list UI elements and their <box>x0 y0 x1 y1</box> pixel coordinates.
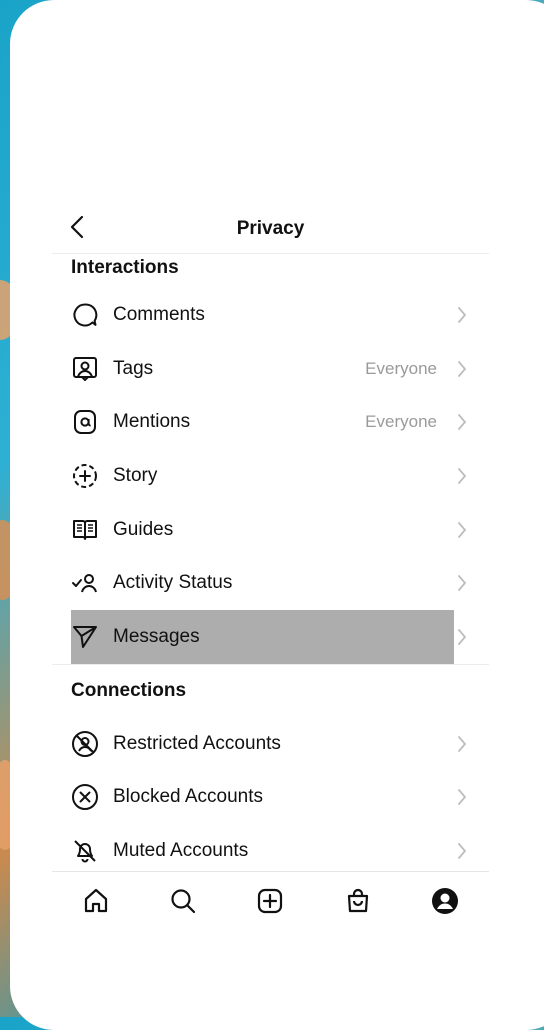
row-label: Comments <box>113 303 205 325</box>
mentions-row[interactable]: Mentions Everyone <box>52 395 489 449</box>
comments-row[interactable]: Comments <box>52 288 489 342</box>
row-label: Tags <box>113 357 154 379</box>
row-label: Story <box>113 464 158 486</box>
row-label: Messages <box>113 625 200 647</box>
tab-shop[interactable] <box>338 881 378 921</box>
tab-profile[interactable] <box>425 881 465 921</box>
muted-accounts-row[interactable]: Muted Accounts <box>52 824 489 878</box>
bottom-tab-bar <box>52 871 489 930</box>
restricted-icon <box>71 730 99 758</box>
paper-plane-icon <box>71 623 99 651</box>
section-title-interactions: Interactions <box>71 257 179 278</box>
row-label: Muted Accounts <box>113 840 249 862</box>
activity-status-row[interactable]: Activity Status <box>52 556 489 610</box>
tags-row[interactable]: Tags Everyone <box>52 342 489 396</box>
chevron-right-icon <box>458 629 467 645</box>
tab-new-post[interactable] <box>250 881 290 921</box>
activity-status-icon <box>71 569 99 597</box>
row-label: Mentions <box>113 411 191 433</box>
privacy-screen: Privacy Interactions Comments Tags Every… <box>52 200 489 878</box>
muted-bell-icon <box>71 837 99 865</box>
chevron-right-icon <box>458 575 467 592</box>
at-sign-icon <box>71 408 99 436</box>
chevron-right-icon <box>458 789 467 806</box>
comment-icon <box>71 301 99 329</box>
row-label: Restricted Accounts <box>113 732 281 754</box>
new-post-icon <box>258 888 283 914</box>
chevron-right-icon <box>458 306 467 323</box>
row-value: Everyone <box>365 358 437 378</box>
chevron-right-icon <box>458 414 467 431</box>
story-add-icon <box>71 462 99 490</box>
messages-row[interactable]: Messages <box>52 610 489 664</box>
tab-search[interactable] <box>163 881 203 921</box>
row-label: Activity Status <box>113 572 233 594</box>
header: Privacy <box>52 200 489 254</box>
story-row[interactable]: Story <box>52 449 489 503</box>
home-icon <box>84 888 107 913</box>
profile-icon <box>432 888 459 914</box>
guide-book-icon <box>71 516 99 544</box>
guides-row[interactable]: Guides <box>52 503 489 557</box>
chevron-right-icon <box>458 843 467 859</box>
tab-home[interactable] <box>76 881 116 921</box>
section-title-connections: Connections <box>71 679 187 701</box>
chevron-right-icon <box>458 735 467 752</box>
page-title: Privacy <box>236 218 305 239</box>
row-label: Guides <box>113 518 174 540</box>
chevron-right-icon <box>458 521 467 538</box>
row-label: Blocked Accounts <box>113 786 263 808</box>
tag-person-icon <box>71 355 99 383</box>
row-value: Everyone <box>365 412 437 432</box>
blocked-accounts-row[interactable]: Blocked Accounts <box>52 771 489 825</box>
chevron-right-icon <box>458 468 467 484</box>
chevron-right-icon <box>458 360 467 377</box>
restricted-accounts-row[interactable]: Restricted Accounts <box>52 717 489 771</box>
search-icon <box>171 889 196 914</box>
shop-icon <box>347 888 368 913</box>
block-icon <box>71 783 99 811</box>
